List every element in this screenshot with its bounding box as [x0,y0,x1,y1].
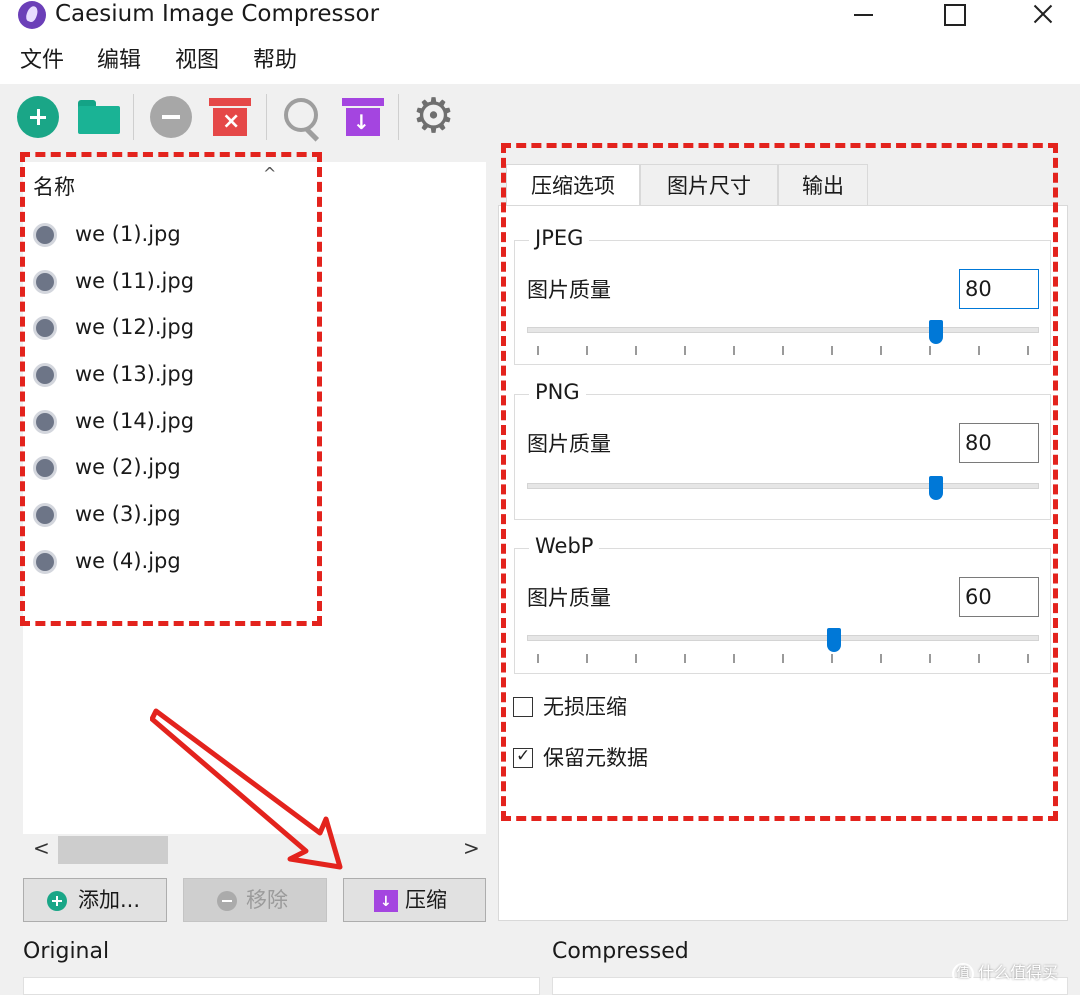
annotation-box-file-list [20,152,322,626]
clear-glyph: × [222,109,241,134]
remove-icon[interactable] [150,96,192,138]
compress-button[interactable]: 压缩 [343,878,486,923]
remove-button-label: 移除 [246,888,288,912]
remove-icon [217,891,237,911]
menu-file[interactable]: 文件 [20,46,64,76]
scroll-left-icon[interactable]: < [33,836,50,860]
compress-icon[interactable]: ↓ [342,96,384,138]
add-icon [47,891,67,911]
original-preview-pane [23,977,540,995]
toolbar-separator [133,94,134,140]
add-icon[interactable] [17,96,59,138]
compress-glyph: ↓ [353,110,370,134]
watermark-text: 什么值得买 [978,963,1059,982]
toolbar-separator [266,94,267,140]
close-button[interactable] [1022,0,1062,28]
menu-help[interactable]: 帮助 [253,46,297,76]
menu-view[interactable]: 视图 [175,46,219,76]
compress-icon [374,881,398,923]
add-button[interactable]: 添加... [23,878,167,922]
original-preview-label: Original [23,939,110,964]
annotation-box-options [501,143,1058,821]
menu-bar: 文件 编辑 视图 帮助 [0,40,1080,84]
compressed-preview-label: Compressed [552,939,689,964]
add-button-label: 添加... [78,888,141,912]
preview-search-icon[interactable] [282,96,324,138]
app-logo-icon [18,1,46,29]
remove-button[interactable]: 移除 [183,878,327,922]
window-title: Caesium Image Compressor [55,1,380,27]
folder-icon[interactable] [77,96,120,138]
toolbar-separator [398,94,399,140]
clear-list-icon[interactable]: × [209,96,251,138]
annotation-arrow [150,708,343,870]
title-bar: Caesium Image Compressor [0,0,1080,30]
toolbar: × ↓ [0,84,1080,148]
minimize-button[interactable] [845,0,885,28]
compress-button-label: 压缩 [405,888,447,912]
settings-gear-icon[interactable] [412,86,456,146]
menu-edit[interactable]: 编辑 [97,46,141,76]
maximize-button[interactable] [933,0,973,28]
watermark: 值什么值得买 [952,960,1058,986]
watermark-logo: 值 [952,962,974,985]
scroll-right-icon[interactable]: > [463,836,480,860]
